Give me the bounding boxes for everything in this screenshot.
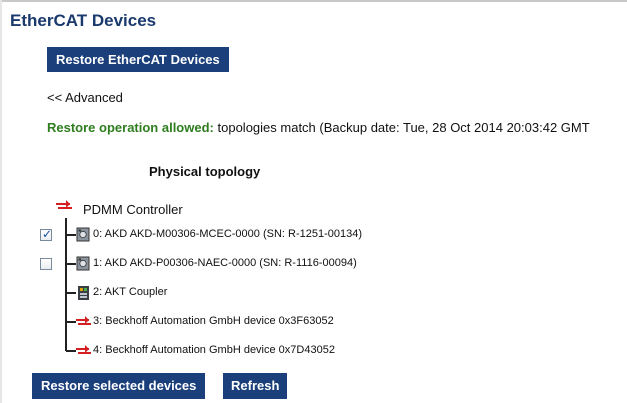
- ethernet-connector-icon: [76, 345, 91, 354]
- device-label-4: 4: Beckhoff Automation GmbH device 0x7D4…: [93, 344, 335, 356]
- refresh-button[interactable]: Refresh: [223, 373, 288, 399]
- drive-icon: [76, 256, 90, 271]
- drive-icon: [76, 227, 90, 242]
- restore-selected-devices-button[interactable]: Restore selected devices: [32, 373, 206, 399]
- ethernet-connector-icon: [76, 316, 91, 325]
- device-label-1: 1: AKD AKD-P00306-NAEC-0000 (SN: R-1116-…: [93, 257, 357, 269]
- checkmark-icon: ✓: [42, 227, 53, 241]
- ethernet-connector-icon: [56, 200, 72, 209]
- device-label-3: 3: Beckhoff Automation GmbH device 0x3F6…: [93, 315, 334, 327]
- device-label-0: 0: AKD AKD-M00306-MCEC-0000 (SN: R-1251-…: [93, 228, 363, 240]
- device-1-checkbox[interactable]: [40, 258, 52, 270]
- tree-root-label: PDMM Controller: [83, 202, 183, 217]
- device-0-checkbox[interactable]: ✓: [40, 227, 53, 241]
- coupler-icon: [78, 286, 89, 300]
- device-label-2: 2: AKT Coupler: [93, 286, 168, 298]
